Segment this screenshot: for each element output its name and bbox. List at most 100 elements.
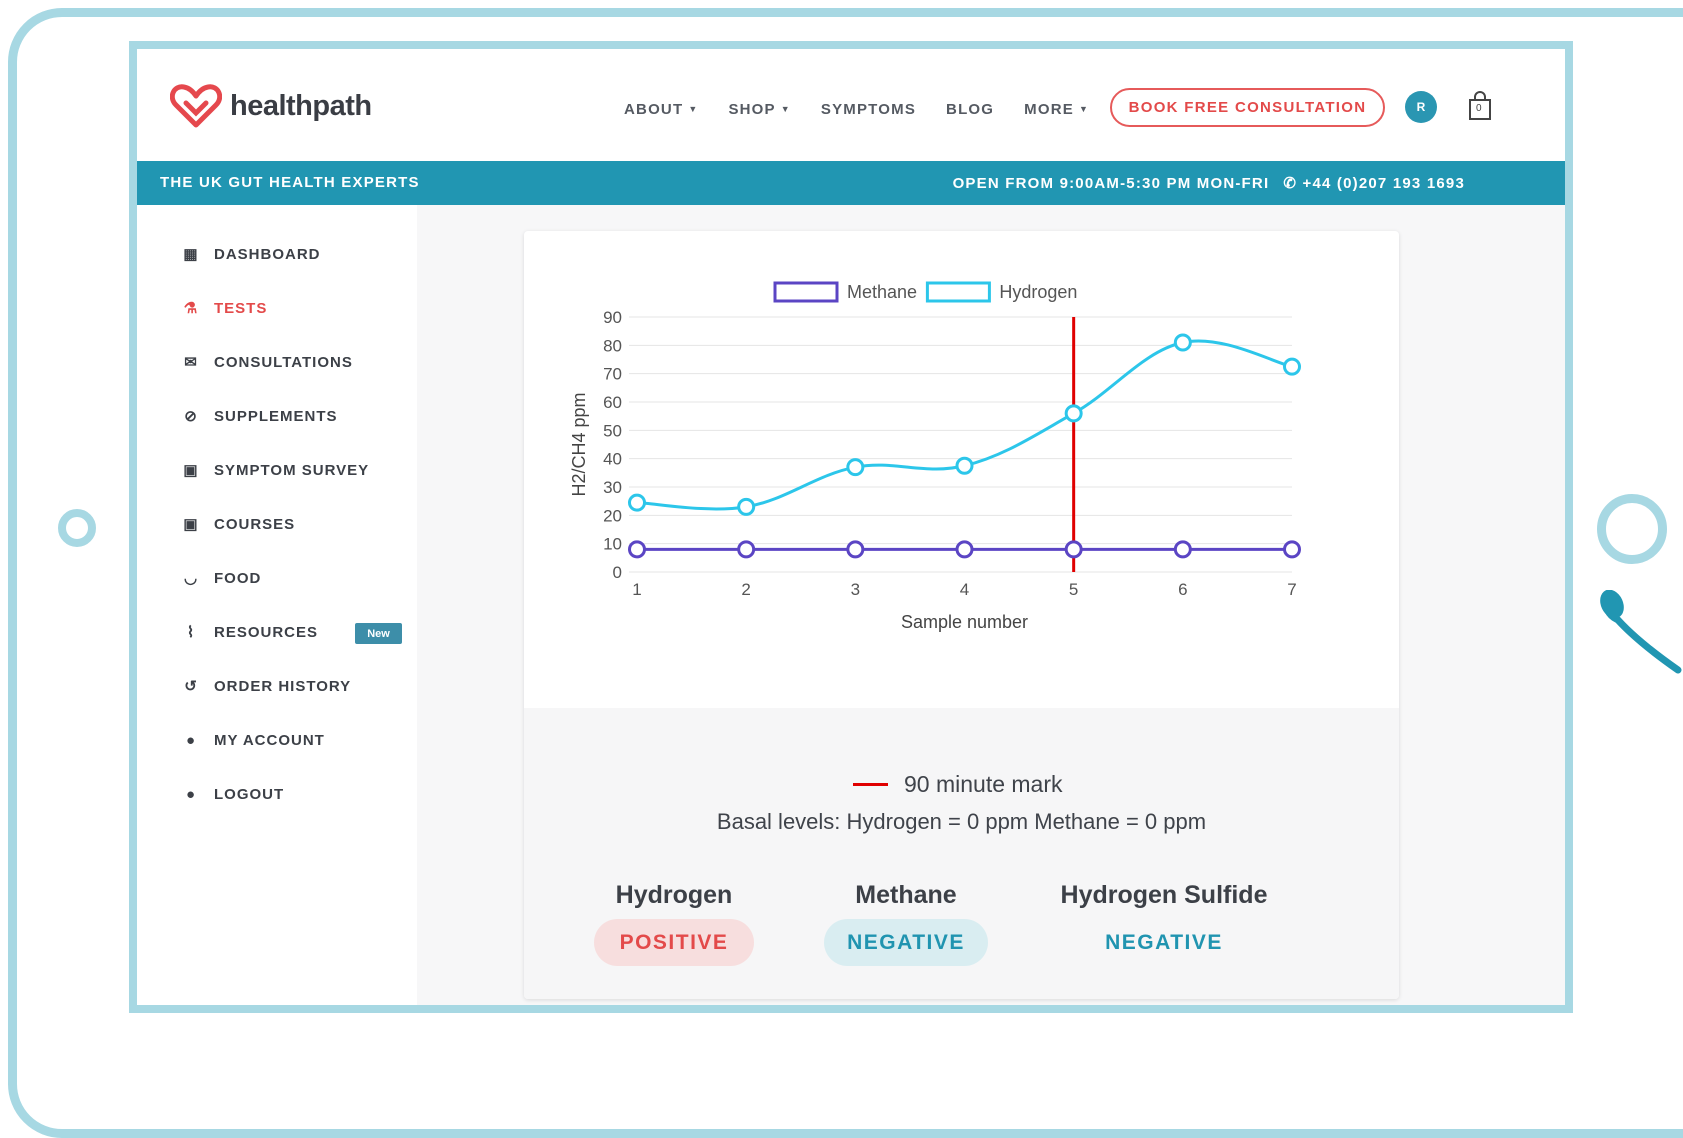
breath-test-chart: 0 10 20 30 40 50 60 70 80 90 1 2 3 4 5 6 7 Sample number H… <box>569 281 1301 632</box>
x-tick-label: 2 <box>741 580 750 599</box>
cart-count: 0 <box>1476 103 1482 114</box>
nav-blog-label: BLOG <box>946 101 995 118</box>
nav-symptoms-label: SYMPTOMS <box>820 101 917 118</box>
marker-legend: 90 minute mark <box>853 771 1063 798</box>
sidebar-item-resources[interactable]: ⌇ RESOURCES <box>182 623 319 642</box>
info-banner: THE UK GUT HEALTH EXPERTS OPEN FROM 9:00… <box>137 161 1565 205</box>
banner-tagline: THE UK GUT HEALTH EXPERTS <box>160 174 420 191</box>
brand-name: healthpath <box>230 89 372 122</box>
sidebar-item-label: LOGOUT <box>214 785 285 803</box>
sidebar-item-food[interactable]: ◡ FOOD <box>182 569 262 588</box>
data-point-methane <box>1173 540 1192 559</box>
status-badge: NEGATIVE <box>1105 930 1223 954</box>
data-point-hydrogen <box>846 458 865 477</box>
sidebar-item-tests[interactable]: ⚗ TESTS <box>182 299 268 318</box>
y-tick-label: 20 <box>603 506 622 525</box>
sidebar-item-courses[interactable]: ▣ COURSES <box>182 515 296 534</box>
result-hydrogen-sulfide: Hydrogen Sulfide NEGATIVE <box>1059 881 1269 966</box>
bowl-icon: ◡ <box>183 570 199 587</box>
nav-shop-label: SHOP <box>728 101 776 118</box>
dashboard-icon: ▦ <box>183 246 199 263</box>
sidebar-item-dashboard[interactable]: ▦ DASHBOARD <box>182 245 321 264</box>
heart-logo-icon <box>170 84 222 128</box>
result-title: Hydrogen Sulfide <box>1060 881 1268 909</box>
sidebar-item-label: DASHBOARD <box>214 245 321 263</box>
nav-shop[interactable]: SHOP ▼ <box>728 101 790 118</box>
user-icon: ● <box>185 731 197 749</box>
sidebar-item-label: FOOD <box>214 569 262 587</box>
banner-contact: OPEN FROM 9:00AM-5:30 PM MON-FRI ✆ +44 (… <box>952 174 1465 193</box>
main-nav: ABOUT ▼ SHOP ▼ SYMPTOMS BLOG MORE ▼ <box>624 101 1089 118</box>
sidebar-item-symptom-survey[interactable]: ▣ SYMPTOM SURVEY <box>182 461 369 480</box>
result-methane: Methane NEGATIVE <box>824 881 988 966</box>
basal-levels: Basal levels: Hydrogen = 0 ppm Methane =… <box>716 809 1207 834</box>
banner-hours: OPEN FROM 9:00AM-5:30 PM MON-FRI <box>952 174 1270 192</box>
logo[interactable]: healthpath <box>170 83 372 129</box>
sidebar-item-label: CONSULTATIONS <box>214 353 353 371</box>
clipboard-icon: ▣ <box>183 462 199 479</box>
phone-number: +44 (0)207 193 1693 <box>1302 175 1465 192</box>
y-tick-label: 40 <box>603 450 622 469</box>
sidebar-item-label: COURSES <box>214 515 296 533</box>
y-tick-label: 90 <box>603 308 622 327</box>
phone-link[interactable]: ✆ +44 (0)207 193 1693 <box>1283 174 1465 192</box>
cart-button[interactable]: 0 <box>1467 91 1493 121</box>
data-point-methane <box>1283 540 1301 559</box>
test-result-card: 0 10 20 30 40 50 60 70 80 90 1 2 3 4 5 6 7 Sample number H… <box>524 231 1399 999</box>
camera-left-decoration <box>58 509 96 547</box>
legend-label-hydrogen: Hydrogen <box>999 282 1077 302</box>
data-point-hydrogen <box>955 456 974 475</box>
y-tick-label: 0 <box>613 563 622 582</box>
sidebar-item-my-account[interactable]: ● MY ACCOUNT <box>182 731 325 749</box>
sidebar-item-logout[interactable]: ● LOGOUT <box>182 785 284 803</box>
x-axis-label: Sample number <box>901 612 1028 632</box>
legend-label-methane: Methane <box>847 282 917 302</box>
data-point-methane <box>737 540 756 559</box>
nav-blog[interactable]: BLOG <box>946 101 994 118</box>
sidebar-item-order-history[interactable]: ↺ ORDER HISTORY <box>182 677 351 696</box>
nav-symptoms[interactable]: SYMPTOMS <box>821 101 916 118</box>
phone-icon: ✆ <box>1283 175 1298 192</box>
x-tick-label: 6 <box>1178 580 1187 599</box>
avatar[interactable]: R <box>1405 91 1437 123</box>
y-tick-label: 10 <box>603 535 622 554</box>
flask-icon: ⚗ <box>183 300 199 317</box>
legend-swatch-hydrogen <box>925 281 991 303</box>
marker-label: 90 minute mark <box>904 771 1063 797</box>
book-consultation-button[interactable]: BOOK FREE CONSULTATION <box>1110 88 1385 127</box>
sidebar-item-label: TESTS <box>214 299 268 317</box>
result-hydrogen: Hydrogen POSITIVE <box>594 881 754 966</box>
data-point-hydrogen <box>737 497 756 516</box>
data-point-methane <box>628 540 646 559</box>
sidebar-item-label: RESOURCES <box>214 623 319 641</box>
paperclip-icon: ⌇ <box>186 624 196 641</box>
y-tick-label: 70 <box>603 365 622 384</box>
data-point-methane <box>1064 540 1083 559</box>
result-title: Hydrogen <box>615 881 733 909</box>
caret-down-icon: ▼ <box>688 104 699 114</box>
sidebar-item-label: MY ACCOUNT <box>214 731 325 749</box>
sidebar-item-consultations[interactable]: ✉ CONSULTATIONS <box>182 353 353 372</box>
data-point-methane <box>955 540 974 559</box>
clipboard-icon: ▣ <box>183 516 199 533</box>
y-tick-label: 80 <box>603 336 622 355</box>
y-tick-label: 50 <box>603 421 622 440</box>
red-line-swatch <box>853 783 888 786</box>
new-badge: New <box>355 623 402 644</box>
data-point-hydrogen <box>1064 404 1083 423</box>
status-badge: NEGATIVE <box>824 919 988 966</box>
x-tick-label: 5 <box>1069 580 1078 599</box>
chat-icon: ✉ <box>184 354 198 371</box>
stylus-decoration <box>1600 590 1682 674</box>
y-tick-label: 60 <box>603 393 622 412</box>
caret-down-icon: ▼ <box>1078 104 1090 114</box>
sidebar-item-supplements[interactable]: ⊘ SUPPLEMENTS <box>182 407 338 426</box>
data-point-hydrogen <box>1283 357 1301 376</box>
x-tick-label: 1 <box>632 580 641 599</box>
nav-about[interactable]: ABOUT ▼ <box>624 101 698 118</box>
caret-down-icon: ▼ <box>780 104 791 114</box>
nav-more[interactable]: MORE ▼ <box>1024 101 1089 118</box>
data-point-hydrogen <box>1173 333 1192 352</box>
y-tick-label: 30 <box>603 478 622 497</box>
nav-more-label: MORE <box>1024 101 1074 118</box>
